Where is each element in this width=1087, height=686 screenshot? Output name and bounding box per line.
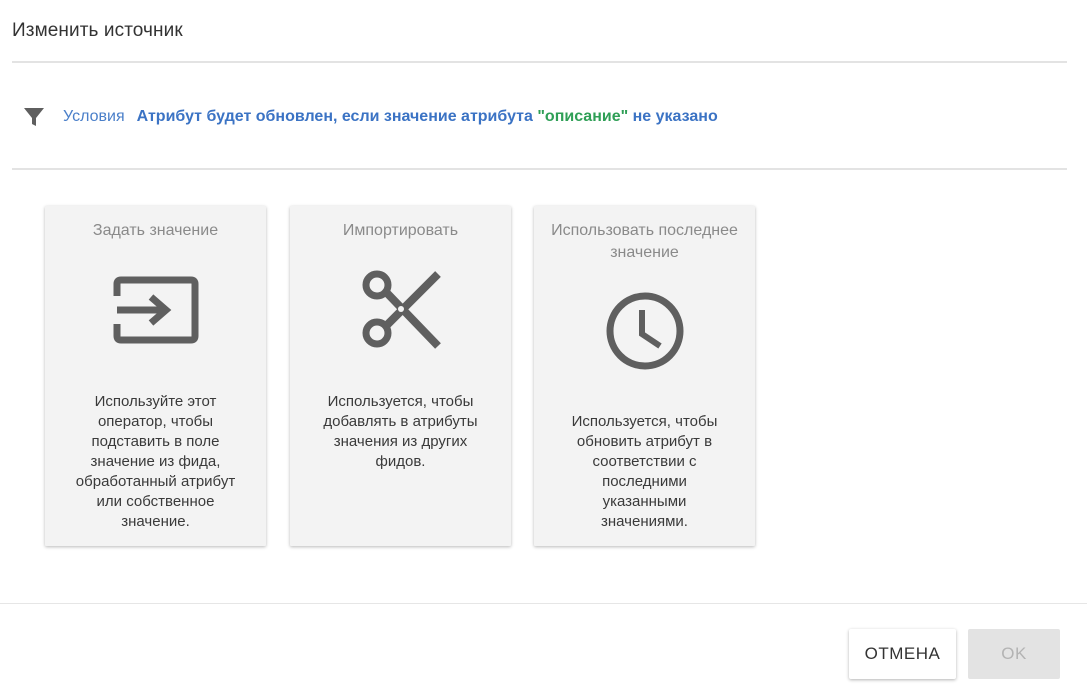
option-card-set-value[interactable]: Задать значение Используйте этот операто… [45, 206, 266, 546]
dialog-title: Изменить источник [12, 20, 183, 41]
conditions-divider [12, 168, 1067, 170]
cancel-button[interactable]: ОТМЕНА [849, 629, 956, 679]
filter-icon [24, 108, 44, 126]
header-divider [12, 61, 1067, 63]
conditions-row: Условия Атрибут будет обновлен, если зна… [22, 104, 718, 130]
option-card-import[interactable]: Импортировать Используется, чтобы добавл… [290, 206, 511, 546]
conditions-label: Условия [63, 108, 125, 125]
scissors-icon [362, 270, 441, 349]
conditions-attribute: "описание" [537, 108, 629, 125]
card-description: Используется, чтобы добавлять в атрибуты… [323, 393, 478, 470]
conditions-text-before: Атрибут будет обновлен, если значение ат… [136, 108, 538, 125]
card-title: Использовать последнее значение [551, 222, 738, 261]
ok-button[interactable]: OK [968, 629, 1060, 679]
card-description: Используется, чтобы обновить атрибут в с… [571, 413, 718, 530]
card-title: Импортировать [342, 222, 459, 239]
footer-divider [0, 603, 1087, 604]
conditions-text-after: не указано [628, 108, 718, 125]
card-description: Используйте этот оператор, чтобы подстав… [75, 393, 236, 530]
clock-icon [606, 292, 683, 370]
option-card-last-value[interactable]: Использовать последнее значение Использу… [534, 206, 755, 546]
card-title: Задать значение [92, 222, 219, 239]
conditions-text: Атрибут будет обновлен, если значение ат… [137, 108, 718, 126]
input-arrow-icon [113, 276, 198, 344]
